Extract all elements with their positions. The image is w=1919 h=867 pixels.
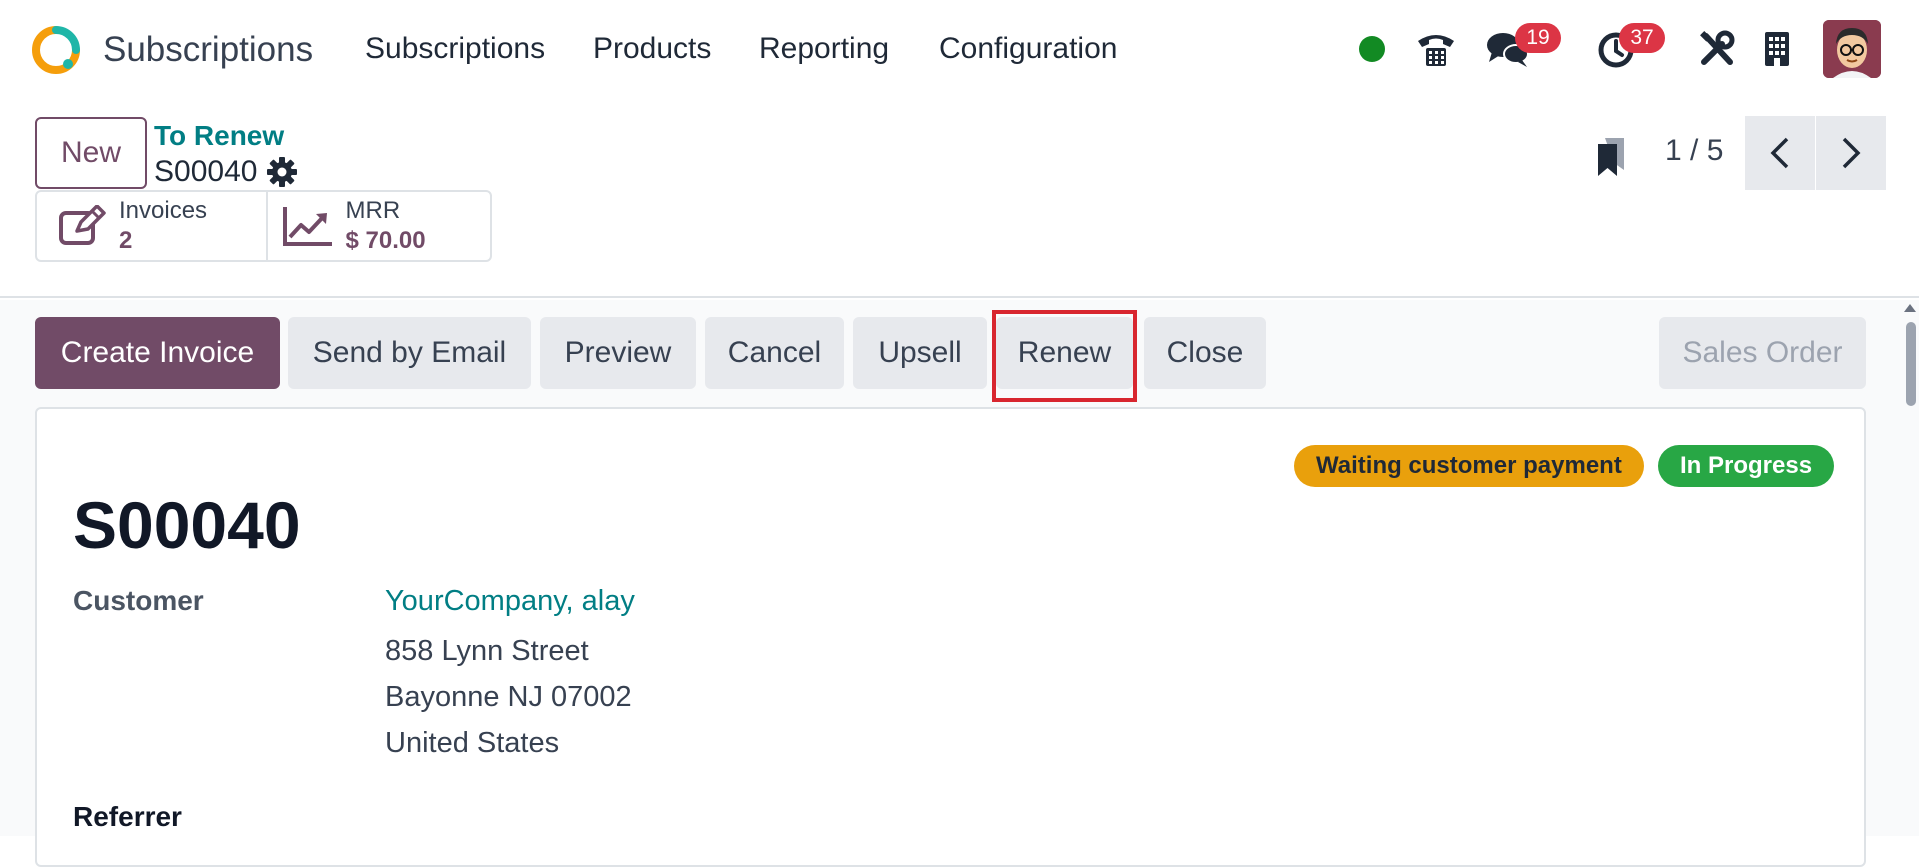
mrr-smart-button[interactable]: MRR $ 70.00 bbox=[265, 192, 491, 260]
sales-order-button[interactable]: Sales Order bbox=[1659, 317, 1866, 389]
address-street: 858 Lynn Street bbox=[385, 635, 589, 667]
preview-button[interactable]: Preview bbox=[540, 317, 696, 389]
status-badge-in-progress: In Progress bbox=[1658, 445, 1835, 487]
mrr-value: $ 70.00 bbox=[345, 227, 426, 254]
cancel-button[interactable]: Cancel bbox=[705, 317, 844, 389]
scroll-up-arrow-icon[interactable] bbox=[1904, 304, 1916, 312]
renew-button[interactable]: Renew bbox=[996, 317, 1133, 389]
invoices-label: Invoices bbox=[119, 197, 208, 224]
messages-count-badge: 19 bbox=[1515, 23, 1561, 53]
invoices-smart-button[interactable]: Invoices 2 bbox=[37, 192, 266, 260]
phone-icon[interactable] bbox=[1415, 28, 1457, 70]
pager-value[interactable]: 1 / 5 bbox=[1665, 134, 1723, 168]
bookmark-icon[interactable] bbox=[1596, 136, 1626, 178]
send-by-email-button[interactable]: Send by Email bbox=[288, 317, 531, 389]
chevron-right-icon bbox=[1842, 137, 1861, 169]
presence-status-icon bbox=[1359, 36, 1385, 62]
scrollbar-thumb[interactable] bbox=[1906, 322, 1916, 406]
subscriptions-logo-icon[interactable] bbox=[30, 24, 82, 76]
mrr-label: MRR bbox=[345, 197, 401, 224]
line-chart-icon bbox=[282, 207, 332, 246]
referrer-label: Referrer bbox=[73, 801, 182, 832]
customer-label: Customer bbox=[73, 585, 204, 616]
edit-invoice-icon bbox=[59, 205, 106, 245]
create-invoice-button[interactable]: Create Invoice bbox=[35, 317, 280, 389]
menu-subscriptions[interactable]: Subscriptions bbox=[365, 32, 545, 66]
pager-previous-button[interactable] bbox=[1745, 116, 1815, 190]
top-navbar: Subscriptions Subscriptions Products Rep… bbox=[0, 0, 1919, 100]
address-city: Bayonne NJ 07002 bbox=[385, 681, 632, 713]
smart-buttons: Invoices 2 MRR $ 70.00 bbox=[35, 190, 492, 262]
invoices-count: 2 bbox=[119, 227, 133, 254]
user-avatar[interactable] bbox=[1823, 20, 1881, 78]
close-button[interactable]: Close bbox=[1144, 317, 1266, 389]
menu-products[interactable]: Products bbox=[593, 32, 711, 66]
form-content: Create Invoice Send by Email Preview Can… bbox=[0, 300, 1919, 867]
chevron-left-icon bbox=[1770, 137, 1789, 169]
form-sheet: Waiting customer payment In Progress S00… bbox=[35, 407, 1866, 867]
upsell-button[interactable]: Upsell bbox=[853, 317, 987, 389]
menu-configuration[interactable]: Configuration bbox=[939, 32, 1117, 66]
record-name: S00040 bbox=[154, 155, 258, 188]
breadcrumb-to-renew[interactable]: To Renew bbox=[154, 120, 284, 152]
status-badge-waiting-payment: Waiting customer payment bbox=[1294, 445, 1644, 487]
page-title: S00040 bbox=[73, 488, 301, 562]
address-country: United States bbox=[385, 727, 560, 759]
menu-reporting[interactable]: Reporting bbox=[759, 32, 889, 66]
pager-next-button[interactable] bbox=[1816, 116, 1886, 190]
control-panel: New To Renew S00040 Invoices 2 MRR $ 70.… bbox=[0, 100, 1919, 298]
tools-icon[interactable] bbox=[1698, 30, 1736, 68]
new-record-button[interactable]: New bbox=[35, 117, 147, 189]
customer-link[interactable]: YourCompany, alay bbox=[385, 585, 635, 618]
gear-icon[interactable] bbox=[266, 156, 298, 188]
app-name[interactable]: Subscriptions bbox=[103, 30, 313, 70]
building-icon[interactable] bbox=[1762, 30, 1792, 68]
activities-count-badge: 37 bbox=[1619, 23, 1665, 53]
